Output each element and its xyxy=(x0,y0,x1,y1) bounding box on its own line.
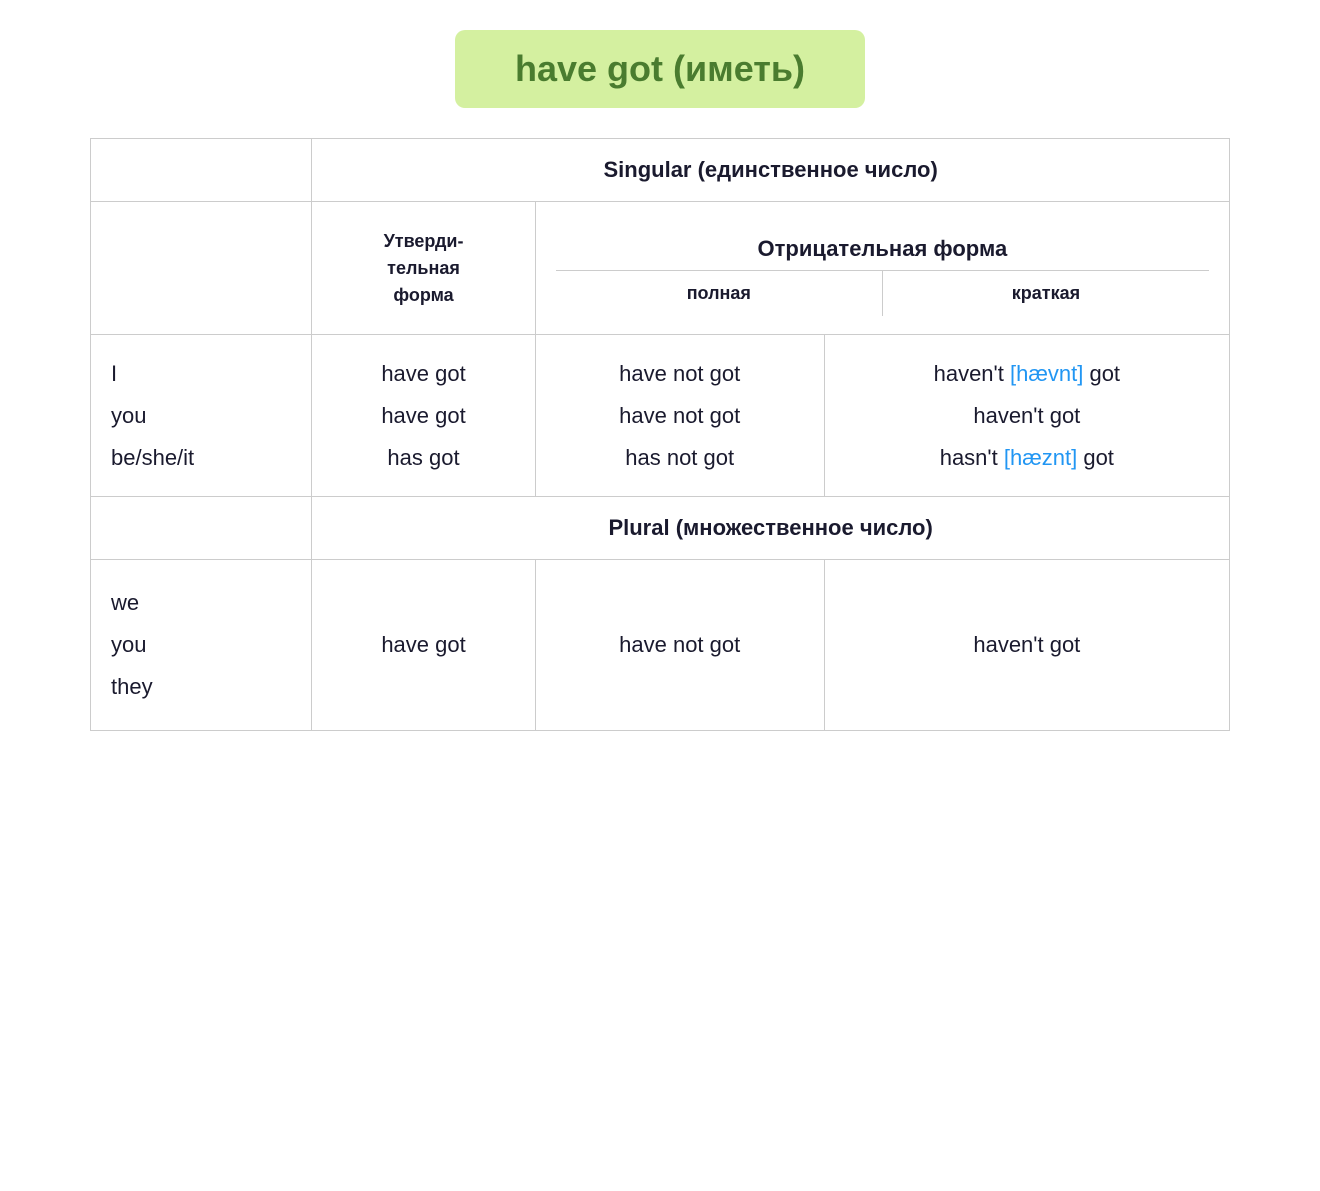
plural-header-row: Plural (множественное число) xyxy=(91,497,1230,560)
plural-subject-cell: weyouthey xyxy=(91,560,312,730)
singular-affirmative-cell: have gothave gothas got xyxy=(312,335,535,497)
singular-subject-cell: Iyoube/she/it xyxy=(91,335,312,497)
phonetic-3: [hæznt] xyxy=(1004,445,1077,470)
singular-header: Singular (единственное число) xyxy=(312,139,1230,202)
plural-negative-full-cell: have not got xyxy=(535,560,824,730)
affirmative-header-cell: Утверди-тельнаяформа xyxy=(312,202,535,335)
plural-negative-short-cell: haven't got xyxy=(824,560,1229,730)
plural-negative-short: haven't got xyxy=(845,624,1209,666)
negative-header-cell: Отрицательная форма полная краткая xyxy=(535,202,1229,335)
empty-cell-3 xyxy=(91,497,312,560)
plural-affirmative-cell: have got xyxy=(312,560,535,730)
title-text: have got (иметь) xyxy=(515,48,805,89)
column-headers-row: Утверди-тельнаяформа Отрицательная форма… xyxy=(91,202,1230,335)
plural-negative-full: have not got xyxy=(556,624,804,666)
plural-data-row: weyouthey have got have not got haven't … xyxy=(91,560,1230,730)
title-badge: have got (иметь) xyxy=(455,30,865,108)
phonetic-1: [hævnt] xyxy=(1010,361,1083,386)
empty-cell-1 xyxy=(91,139,312,202)
empty-cell-2 xyxy=(91,202,312,335)
short-label: краткая xyxy=(883,271,1209,316)
plural-header: Plural (множественное число) xyxy=(312,497,1230,560)
page-container: have got (иметь) Singular (единственное … xyxy=(90,30,1230,731)
negative-sub-headers: полная краткая xyxy=(556,270,1209,316)
grammar-table: Singular (единственное число) Утверди-те… xyxy=(90,138,1230,731)
singular-negative-short-cell: haven't [hævnt] got haven't got hasn't [… xyxy=(824,335,1229,497)
singular-subject: Iyoube/she/it xyxy=(111,353,291,478)
singular-negative-full: have not gothave not gothas not got xyxy=(556,353,804,478)
affirmative-header-text: Утверди-тельнаяформа xyxy=(332,228,514,309)
singular-negative-short: haven't [hævnt] got haven't got hasn't [… xyxy=(845,353,1209,478)
singular-negative-full-cell: have not gothave not gothas not got xyxy=(535,335,824,497)
singular-data-row: Iyoube/she/it have gothave gothas got ha… xyxy=(91,335,1230,497)
negative-main-header: Отрицательная форма xyxy=(556,220,1209,270)
singular-affirmative: have gothave gothas got xyxy=(332,353,514,478)
plural-subject: weyouthey xyxy=(111,582,291,707)
singular-header-row: Singular (единственное число) xyxy=(91,139,1230,202)
full-label: полная xyxy=(556,271,883,316)
plural-affirmative: have got xyxy=(332,624,514,666)
